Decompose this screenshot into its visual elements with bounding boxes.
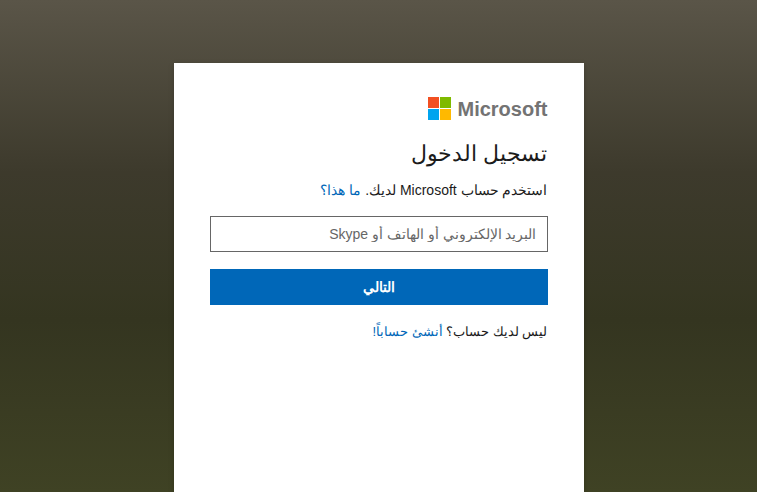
button-row: التالي [210,269,548,305]
logo-text: Microsoft [458,99,548,119]
footer: ليس لديك حساب؟ أنشئ حساباً! [210,323,548,341]
microsoft-logo: Microsoft [210,97,548,120]
sign-in-page: Microsoft تسجيل الدخول استخدم حساب Microso… [0,0,757,492]
subtitle: استخدم حساب Microsoft لديك. ما هذا؟ [210,180,548,200]
microsoft-squares-icon [428,97,451,120]
sign-in-card: Microsoft تسجيل الدخول استخدم حساب Microso… [174,63,584,492]
email-input[interactable] [210,216,548,252]
create-account-link[interactable]: أنشئ حساباً! [372,324,442,339]
next-button[interactable]: التالي [210,269,548,305]
what-is-this-link[interactable]: ما هذا؟ [320,182,361,198]
heading: تسجيل الدخول [210,140,548,168]
